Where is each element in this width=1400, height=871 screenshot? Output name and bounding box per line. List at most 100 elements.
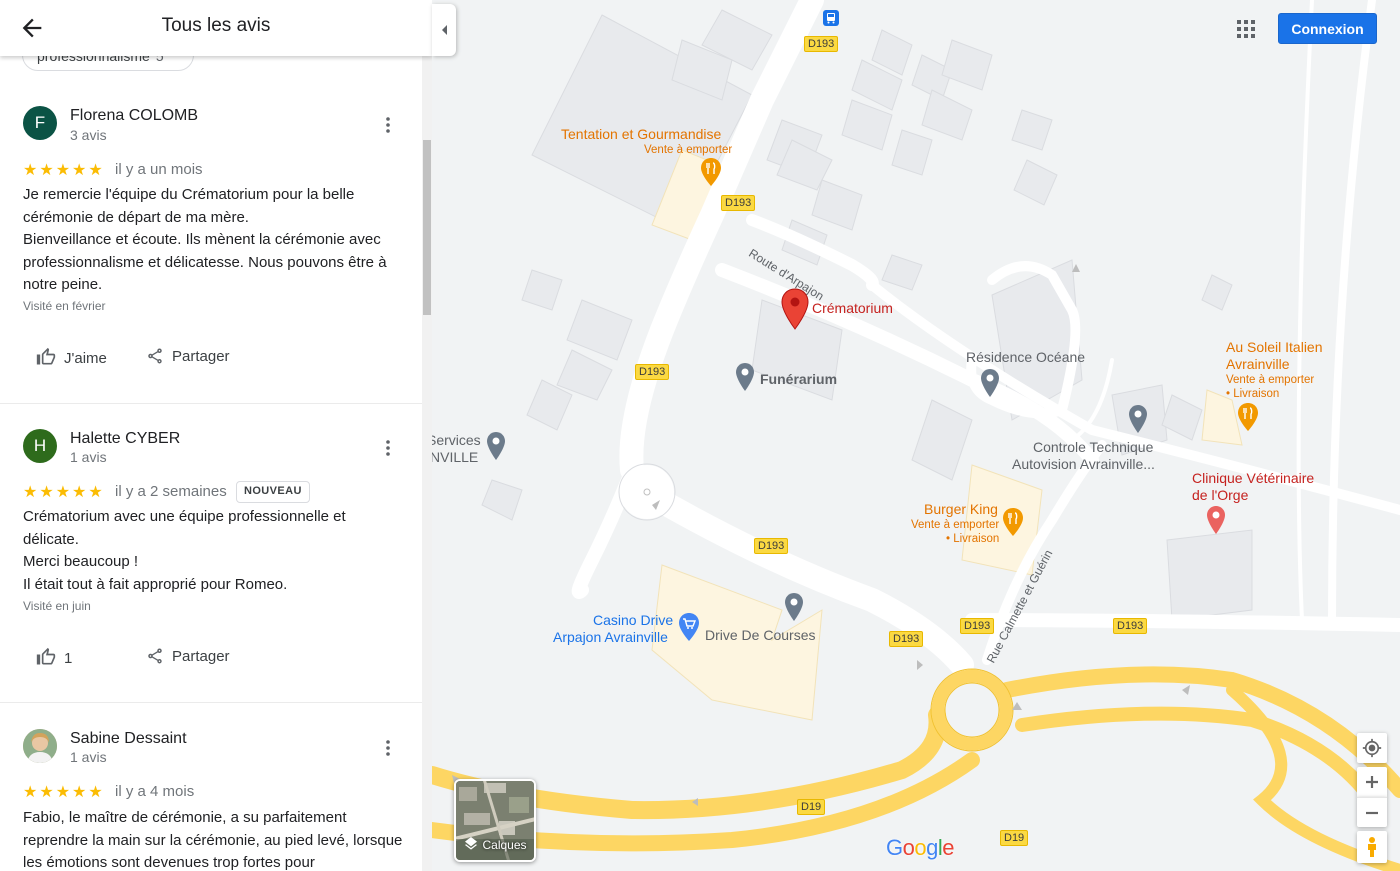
poi-label-controle[interactable]: Controle Technique: [1033, 439, 1153, 456]
poi-label-burger[interactable]: Burger King: [924, 501, 998, 518]
share-icon: [148, 648, 162, 664]
collapse-panel-button[interactable]: [432, 4, 456, 56]
road-label: D193: [754, 538, 789, 554]
road-label: D193: [804, 36, 839, 52]
more-vert-icon: [386, 740, 390, 756]
google-logo-letter: G: [886, 835, 903, 860]
more-vert-icon: [386, 440, 390, 456]
road-label: D193: [960, 618, 995, 634]
place-pin-icon[interactable]: [1128, 404, 1148, 434]
poi-label-soleil-2[interactable]: Avrainville: [1226, 356, 1290, 373]
place-pin-icon[interactable]: [1206, 505, 1226, 535]
reviewer-name[interactable]: Sabine Dessaint: [70, 730, 187, 748]
sign-in-button[interactable]: Connexion: [1278, 13, 1377, 44]
poi-sub-burger: Vente à emporter: [911, 519, 1000, 531]
road-label: D193: [721, 195, 756, 211]
review-text: Crématorium avec une équipe professionne…: [23, 508, 346, 593]
poi-label-services-2[interactable]: NVILLE: [432, 449, 478, 466]
poi-label-casino[interactable]: Casino Drive: [593, 612, 673, 629]
share-button[interactable]: Partager: [146, 347, 230, 369]
poi-label-residence[interactable]: Résidence Océane: [966, 349, 1085, 366]
google-logo-letter: e: [942, 835, 955, 860]
poi-label-clinique-2[interactable]: de l'Orge: [1192, 487, 1248, 504]
bus-stop-icon[interactable]: [823, 10, 839, 26]
poi-label-services[interactable]: Services: [432, 432, 481, 449]
like-button[interactable]: 1: [36, 647, 72, 669]
zoom-out-button[interactable]: [1357, 797, 1387, 827]
review-menu-button[interactable]: [376, 736, 400, 760]
google-logo-letter: o: [902, 835, 915, 860]
google-logo-letter: o: [914, 835, 927, 860]
selected-place-marker[interactable]: [781, 288, 809, 330]
place-pin-icon[interactable]: [735, 362, 755, 392]
poi-label-drive[interactable]: Drive De Courses: [705, 627, 815, 644]
review-text: Je remercie l'équipe du Crématorium pour…: [23, 186, 387, 293]
visited-date: Visité en février: [23, 299, 106, 313]
google-logo: Google: [886, 835, 955, 861]
reviewer-review-count: 3 avis: [70, 127, 107, 143]
layers-button[interactable]: Calques: [454, 779, 536, 862]
restaurant-pin-icon[interactable]: [1237, 402, 1259, 432]
place-pin-icon[interactable]: [980, 368, 1000, 398]
star-rating: ★★★★★: [23, 484, 105, 501]
road-label: D19: [797, 799, 826, 815]
poi-label-soleil[interactable]: Au Soleil Italien: [1226, 339, 1323, 356]
reviewer-review-count: 1 avis: [70, 449, 107, 465]
share-icon: [148, 348, 162, 364]
poi-sub-soleil-2: • Livraison: [1226, 388, 1280, 400]
poi-label-casino-2[interactable]: Arpajon Avrainville: [553, 629, 668, 646]
google-apps-button[interactable]: [1234, 17, 1258, 41]
visited-date: Visité en juin: [23, 599, 91, 613]
review-date: il y a 2 semaines: [115, 483, 227, 500]
map-canvas[interactable]: D193 D193 D193 D193 D193 D193 D193 D19 D…: [432, 0, 1400, 871]
zoom-in-button[interactable]: [1357, 767, 1387, 797]
google-logo-letter: g: [926, 835, 938, 860]
place-pin-icon[interactable]: [486, 431, 506, 461]
place-pin-icon[interactable]: [784, 592, 804, 622]
review-menu-button[interactable]: [376, 113, 400, 137]
share-button-label: Partager: [172, 348, 230, 365]
avatar[interactable]: H: [23, 429, 57, 463]
pegman-icon: [1368, 837, 1376, 857]
like-button[interactable]: J'aime: [36, 347, 107, 369]
plus-icon: [1366, 776, 1378, 788]
poi-label-crematorium[interactable]: Crématorium: [812, 300, 893, 317]
my-location-icon: [1362, 738, 1382, 758]
road-label: D19: [1000, 830, 1029, 846]
reviewer-name[interactable]: Halette CYBER: [70, 430, 180, 448]
panel-header: Tous les avis: [0, 0, 432, 56]
review-item: Sabine Dessaint 1 avis ★★★★★ il y a 4 mo…: [0, 703, 422, 871]
poi-label-controle-2[interactable]: Autovision Avrainville...: [1012, 456, 1155, 473]
panel-title: Tous les avis: [161, 15, 271, 36]
layers-text: Calques: [482, 838, 527, 852]
street-view-pegman-button[interactable]: [1357, 831, 1387, 863]
reviews-panel: Tous les avis professionnalisme 5 F Flore…: [0, 0, 432, 871]
poi-sub-soleil: Vente à emporter: [1226, 374, 1315, 386]
scrollbar-thumb[interactable]: [423, 140, 431, 315]
restaurant-pin-icon[interactable]: [1002, 507, 1024, 537]
thumb-up-icon: [36, 347, 56, 365]
layers-label: Calques: [456, 837, 534, 853]
reviewer-name[interactable]: Florena COLOMB: [70, 107, 198, 125]
like-button-label: J'aime: [64, 350, 107, 367]
review-date: il y a 4 mois: [115, 783, 195, 800]
review-item: H Halette CYBER 1 avis ★★★★★ il y a 2 se…: [0, 404, 422, 703]
review-date: il y a un mois: [115, 161, 203, 178]
avatar[interactable]: F: [23, 106, 57, 140]
poi-label-funerarium[interactable]: Funérarium: [760, 371, 837, 388]
profile-photo-icon: [23, 729, 57, 763]
share-button[interactable]: Partager: [146, 647, 230, 669]
layers-icon: [465, 837, 478, 850]
thumb-up-icon: [36, 647, 56, 665]
avatar[interactable]: [23, 729, 57, 763]
road-label: D193: [635, 364, 670, 380]
shopping-cart-pin-icon[interactable]: [678, 612, 700, 642]
my-location-button[interactable]: [1357, 733, 1387, 763]
poi-sub-tentation: Vente à emporter: [644, 144, 733, 156]
review-menu-button[interactable]: [376, 436, 400, 460]
poi-label-clinique[interactable]: Clinique Vétérinaire: [1192, 470, 1314, 487]
poi-label-tentation[interactable]: Tentation et Gourmandise: [561, 126, 721, 143]
road-label: D193: [1113, 618, 1148, 634]
star-rating: ★★★★★: [23, 784, 105, 801]
restaurant-pin-icon[interactable]: [700, 157, 722, 187]
